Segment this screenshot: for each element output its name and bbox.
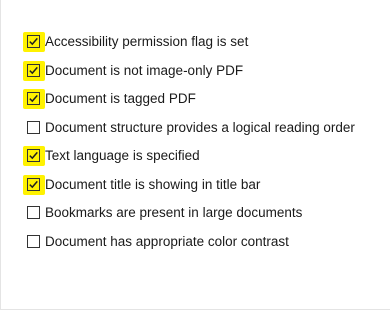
checkbox[interactable] bbox=[27, 234, 40, 248]
checklist-item-label: Document has appropriate color contrast bbox=[45, 233, 289, 249]
checkbox[interactable] bbox=[27, 177, 40, 191]
checklist-item-reading-order[interactable]: Document structure provides a logical re… bbox=[1, 116, 390, 145]
checklist-item-permission-flag[interactable]: Accessibility permission flag is set bbox=[1, 30, 390, 59]
checklist-item-text-language[interactable]: Text language is specified bbox=[1, 144, 390, 173]
checklist-panel: Accessibility permission flag is set Doc… bbox=[0, 0, 390, 310]
checklist-item-bookmarks[interactable]: Bookmarks are present in large documents bbox=[1, 201, 390, 230]
checklist-item-label: Document structure provides a logical re… bbox=[45, 119, 355, 135]
checklist-item-document-title[interactable]: Document title is showing in title bar bbox=[1, 173, 390, 202]
checklist-item-label: Document title is showing in title bar bbox=[45, 176, 261, 192]
checkbox[interactable] bbox=[27, 63, 40, 77]
checklist-item-color-contrast[interactable]: Document has appropriate color contrast bbox=[1, 230, 390, 259]
checkmark-icon bbox=[29, 37, 38, 46]
checklist-item-not-image-only[interactable]: Document is not image-only PDF bbox=[1, 59, 390, 88]
checklist-item-label: Document is tagged PDF bbox=[45, 91, 196, 106]
checkmark-icon bbox=[29, 94, 38, 103]
checklist-item-label: Bookmarks are present in large documents bbox=[45, 205, 303, 220]
checkmark-icon bbox=[29, 180, 38, 188]
accessibility-checklist: Accessibility permission flag is set Doc… bbox=[1, 30, 390, 258]
checkbox[interactable] bbox=[27, 120, 40, 134]
checklist-item-label: Text language is specified bbox=[45, 148, 200, 163]
checkbox[interactable] bbox=[27, 149, 40, 162]
checklist-item-tagged-pdf[interactable]: Document is tagged PDF bbox=[1, 87, 390, 116]
checkbox[interactable] bbox=[27, 92, 40, 105]
checkbox[interactable] bbox=[27, 206, 40, 219]
checkmark-icon bbox=[29, 151, 38, 160]
checklist-item-label: Document is not image-only PDF bbox=[45, 62, 244, 78]
checkbox[interactable] bbox=[27, 35, 40, 48]
checklist-item-label: Accessibility permission flag is set bbox=[45, 34, 249, 49]
checkmark-icon bbox=[29, 66, 38, 74]
